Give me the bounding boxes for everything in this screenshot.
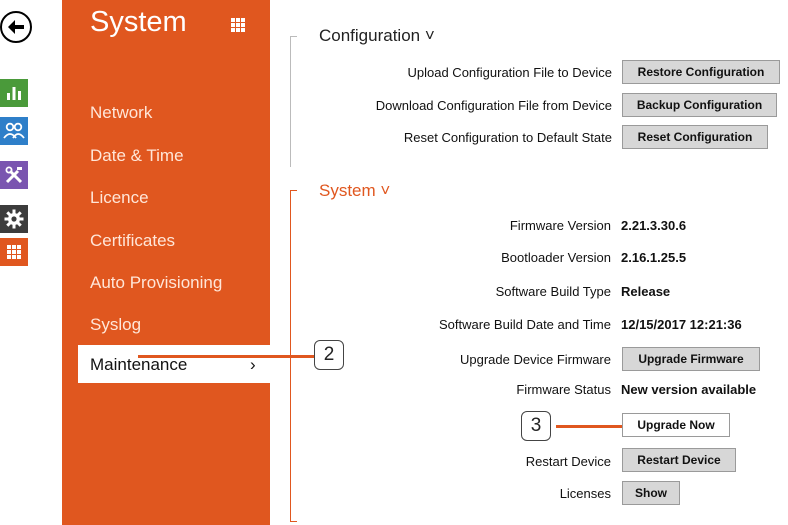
build-type-label: Software Build Type [495, 284, 611, 299]
sidebar-item-syslog[interactable]: Syslog [90, 315, 141, 335]
callout-line [138, 355, 314, 358]
sidebar-item-certificates[interactable]: Certificates [90, 231, 175, 251]
firmware-version-label: Firmware Version [509, 218, 611, 233]
upgrade-firmware-label: Upgrade Device Firmware [460, 352, 611, 367]
firmware-status-value: New version available [621, 382, 757, 397]
restart-device-label: Restart Device [525, 454, 611, 469]
build-date-label: Software Build Date and Time [439, 317, 611, 332]
back-arrow-icon[interactable] [0, 11, 32, 43]
callout-badge: 3 [521, 411, 551, 441]
chart-icon[interactable] [0, 79, 28, 107]
grid-menu-icon[interactable] [230, 17, 246, 33]
callout-line [556, 425, 626, 428]
sidebar-item-date-time[interactable]: Date & Time [90, 146, 184, 166]
firmware-status-label: Firmware Status [516, 382, 611, 397]
backup-configuration-button[interactable]: Backup Configuration [622, 93, 777, 117]
bootloader-version-label: Bootloader Version [501, 250, 611, 265]
sidebar-item-network[interactable]: Network [90, 103, 152, 123]
show-licenses-button[interactable]: Show [622, 481, 680, 505]
sidebar-item-auto-provisioning[interactable]: Auto Provisioning [90, 273, 222, 293]
reset-config-label: Reset Configuration to Default State [403, 130, 612, 145]
sidebar-title: System [90, 6, 187, 38]
chevron-right-icon: › [250, 355, 256, 374]
upgrade-now-button[interactable]: Upgrade Now [622, 413, 730, 437]
restore-configuration-button[interactable]: Restore Configuration [622, 60, 780, 84]
upload-config-label: Upload Configuration File to Device [407, 65, 613, 80]
upgrade-firmware-button[interactable]: Upgrade Firmware [622, 347, 760, 371]
sidebar-item-maintenance-label: Maintenance [90, 355, 188, 374]
firmware-version-value: 2.21.3.30.6 [621, 218, 687, 233]
sidebar-item-licence[interactable]: Licence [90, 188, 149, 208]
callout-badge: 2 [314, 340, 344, 370]
restart-device-button[interactable]: Restart Device [622, 448, 736, 472]
configuration-section-title[interactable]: Configuration ˅ [319, 26, 435, 46]
tools-icon[interactable] [0, 161, 28, 189]
gear-icon[interactable] [0, 205, 28, 233]
apps-grid-icon[interactable] [0, 238, 28, 266]
configuration-bracket [290, 36, 297, 167]
system-section-title[interactable]: System ˅ [319, 181, 390, 201]
licenses-label: Licenses [559, 486, 611, 501]
build-date-value: 12/15/2017 12:21:36 [621, 317, 742, 332]
build-type-value: Release [621, 284, 671, 299]
sidebar [62, 0, 270, 525]
bootloader-version-value: 2.16.1.25.5 [621, 250, 687, 265]
users-icon[interactable] [0, 117, 28, 145]
reset-configuration-button[interactable]: Reset Configuration [622, 125, 768, 149]
download-config-label: Download Configuration File from Device [375, 98, 612, 113]
system-bracket [290, 190, 297, 522]
